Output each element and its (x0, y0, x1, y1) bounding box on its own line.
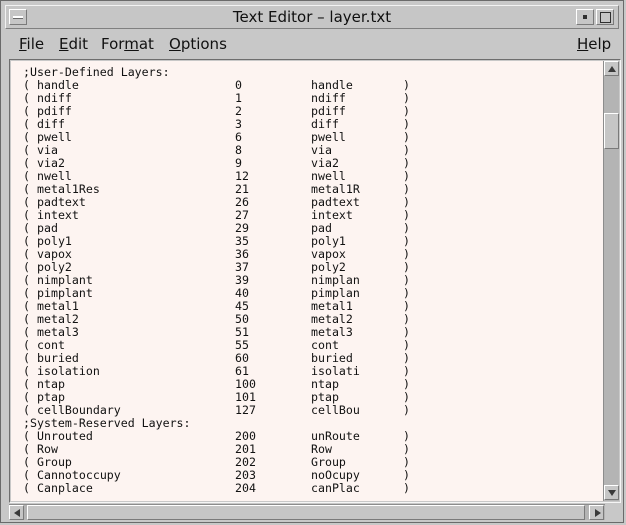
horizontal-scrollbar[interactable] (9, 504, 605, 520)
scroll-up-button[interactable] (604, 61, 619, 76)
menu-bar: File Edit Format Options Help (5, 31, 619, 57)
layer-row: (via 8 via) (23, 144, 415, 157)
scroll-right-button[interactable] (589, 505, 604, 520)
layer-row: (isolation 61 isolati) (23, 365, 415, 378)
layer-abbreviation: canPlac (311, 481, 360, 495)
layer-number: 204 (235, 481, 256, 495)
close-paren: ) (403, 403, 410, 417)
text-lines: ;User-Defined Layers:(handle 0 handle)(ndi… (23, 66, 415, 495)
layer-name: pwell (37, 130, 72, 144)
layer-name: via (37, 143, 58, 157)
layer-row: (Row 201 Row) (23, 443, 415, 456)
window-title: Text Editor – layer.txt (232, 8, 392, 26)
arrow-down-icon (608, 490, 616, 496)
layer-row: (metal2 50 metal2) (23, 313, 415, 326)
text-edit-area[interactable]: ;User-Defined Layers:(handle 0 handle)(ndi… (11, 61, 603, 501)
menu-options-label: ptions (180, 35, 227, 53)
menu-edit[interactable]: Edit (59, 35, 88, 53)
layer-number: 8 (235, 143, 242, 157)
layer-name: Canplace (37, 481, 93, 495)
layer-row: (pdiff 2 pdiff) (23, 105, 415, 118)
layer-row: (intext 27 intext) (23, 209, 415, 222)
maximize-icon (600, 12, 611, 23)
layer-name: ntap (37, 377, 65, 391)
menu-help-mnemonic: H (577, 35, 589, 53)
menu-options[interactable]: Options (169, 35, 227, 53)
menu-file-label: ile (26, 35, 45, 53)
menu-options-mnemonic: O (169, 35, 181, 53)
menu-edit-label: dit (68, 35, 89, 53)
layer-row: (metal1 45 metal1) (23, 300, 415, 313)
layer-name: intext (37, 208, 79, 222)
scroll-corner (605, 504, 621, 520)
scroll-down-button[interactable] (604, 485, 619, 500)
layer-row: (diff 3 diff) (23, 118, 415, 131)
layer-row: (poly1 35 poly1) (23, 235, 415, 248)
layer-row: (vapox 36 vapox) (23, 248, 415, 261)
layer-number: 127 (235, 403, 256, 417)
layer-row: (via2 9 via2) (23, 157, 415, 170)
menu-help[interactable]: Help (577, 35, 611, 53)
layer-row: (cont 55 cont) (23, 339, 415, 352)
layer-name: pdiff (37, 104, 72, 118)
arrow-up-icon (608, 66, 616, 72)
layer-number: 1 (235, 91, 242, 105)
close-paren: ) (403, 481, 410, 495)
layer-row: (handle 0 handle) (23, 79, 415, 92)
layer-number: 0 (235, 78, 242, 92)
menu-file-mnemonic: F (19, 35, 27, 53)
menu-format[interactable]: Format (101, 35, 154, 53)
section-heading: ;User-Defined Layers: (23, 65, 170, 79)
layer-name: metal3 (37, 325, 79, 339)
layer-number: 3 (235, 117, 242, 131)
menu-help-label: elp (588, 35, 612, 53)
vertical-scroll-thumb[interactable] (604, 113, 619, 149)
scroll-left-button[interactable] (9, 505, 24, 520)
layer-number: 2 (235, 104, 242, 118)
menu-format-label-post: at (138, 35, 154, 53)
layer-abbreviation: cellBou (311, 403, 360, 417)
layer-row: (metal3 51 metal3) (23, 326, 415, 339)
open-paren: ( (23, 481, 30, 495)
layer-row: (pimplant 40 pimplan) (23, 287, 415, 300)
minimize-button[interactable] (576, 9, 594, 25)
layer-row: (pwell 6 pwell) (23, 131, 415, 144)
layer-row: (ndiff 1 ndiff) (23, 92, 415, 105)
layer-row: (padtext 26 padtext) (23, 196, 415, 209)
layer-row: (Unrouted 200 unRoute) (23, 430, 415, 443)
menu-format-mnemonic: m (124, 35, 139, 53)
vertical-scrollbar[interactable] (603, 61, 619, 501)
text-editor-window: Text Editor – layer.txt File Edit Format… (0, 0, 624, 523)
layer-name: isolation (37, 364, 100, 378)
menu-format-label-pre: For (101, 35, 125, 53)
arrow-left-icon (14, 509, 20, 517)
horizontal-scroll-thumb[interactable] (27, 505, 585, 520)
layer-row: (ntap 100 ntap) (23, 378, 415, 391)
menu-file[interactable]: File (19, 35, 44, 53)
layer-row: ( Canplace 204 canPlac) (23, 482, 415, 495)
layer-number: 6 (235, 130, 242, 144)
minimize-icon (583, 15, 587, 19)
maximize-button[interactable] (596, 9, 614, 25)
title-bar[interactable]: Text Editor – layer.txt (5, 5, 619, 29)
layer-name: Unrouted (37, 429, 93, 443)
layer-row: (pad 29 pad) (23, 222, 415, 235)
arrow-right-icon (595, 509, 601, 517)
